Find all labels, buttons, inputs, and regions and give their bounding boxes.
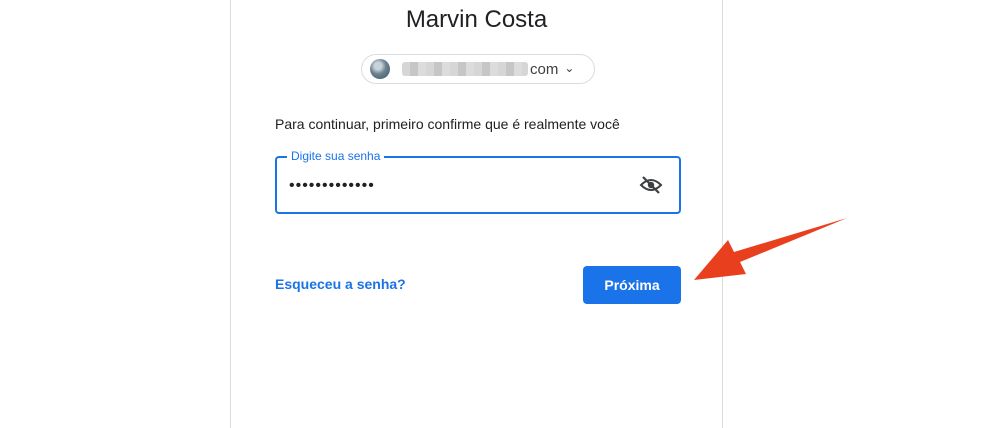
password-input[interactable]	[289, 177, 609, 195]
avatar	[370, 59, 390, 79]
email-suffix: com	[530, 60, 559, 78]
password-field[interactable]: Digite sua senha	[275, 149, 681, 214]
confirm-identity-prompt: Para continuar, primeiro confirme que é …	[275, 116, 620, 132]
chevron-down-icon: ⌄	[564, 61, 575, 75]
sign-in-card: Marvin Costa com ⌄ Para continuar, prime…	[230, 0, 723, 428]
redacted-email	[402, 62, 528, 76]
annotation-arrow-icon	[694, 218, 847, 280]
account-chip[interactable]: com ⌄	[361, 54, 595, 84]
eye-off-icon[interactable]	[639, 175, 663, 195]
forgot-password-link[interactable]: Esqueceu a senha?	[275, 276, 406, 292]
password-label: Digite sua senha	[287, 149, 385, 163]
account-name: Marvin Costa	[405, 6, 548, 33]
next-button[interactable]: Próxima	[583, 266, 681, 304]
